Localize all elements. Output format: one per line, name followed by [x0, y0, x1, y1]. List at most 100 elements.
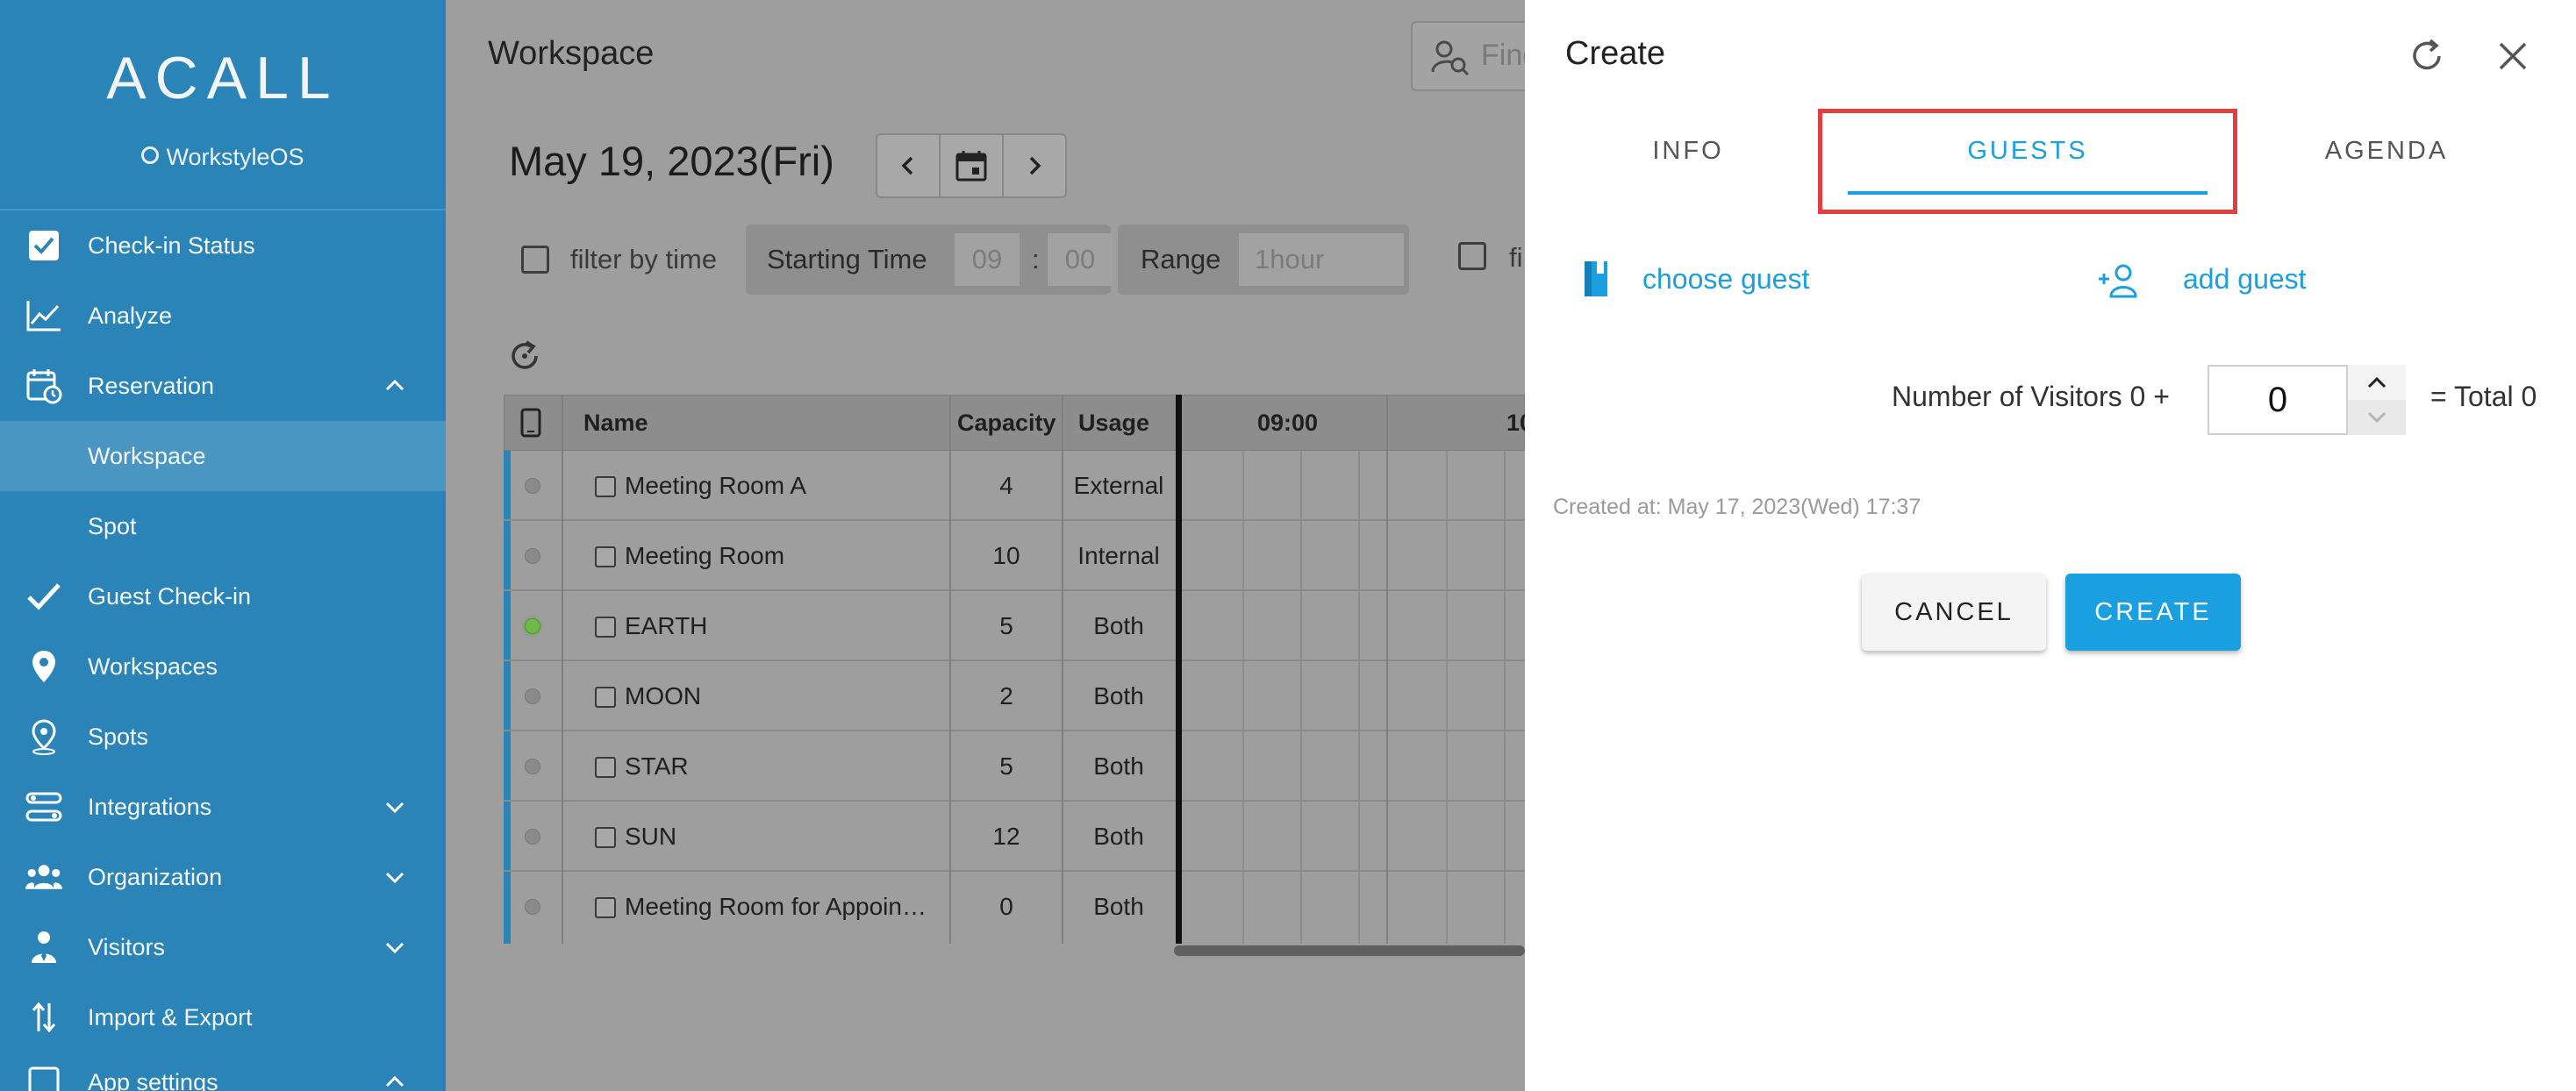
sidebar-item-label: Check-in Status	[88, 232, 255, 259]
search-input[interactable]: Find	[1411, 21, 1525, 91]
tab-agenda[interactable]: AGENDA	[2281, 137, 2492, 166]
table-row[interactable]: STAR 5 Both	[504, 731, 1525, 802]
page-title: Workspace	[488, 35, 655, 72]
visitors-count-input[interactable]: 0	[2207, 365, 2348, 435]
decrement-button[interactable]	[2348, 400, 2406, 435]
sidebar-item-check-in-status[interactable]: Check-in Status	[0, 210, 446, 281]
dialog-refresh-button[interactable]	[2406, 35, 2448, 82]
calendar-button[interactable]	[941, 135, 1004, 196]
chevron-down-icon	[385, 942, 404, 954]
room-name: STAR	[625, 752, 689, 780]
filter-by-time[interactable]: filter by time	[521, 225, 717, 295]
refresh-icon	[2413, 39, 2441, 70]
refresh-button[interactable]	[507, 339, 542, 378]
table-row[interactable]: Meeting Room for Appoin… 0 Both	[504, 872, 1525, 942]
sidebar-item-spot[interactable]: Spot	[0, 491, 446, 561]
table-row[interactable]: Meeting Room A 4 External	[504, 451, 1525, 521]
increment-button[interactable]	[2348, 365, 2406, 400]
date-navigation	[876, 133, 1067, 198]
current-date: May 19, 2023(Fri)	[509, 138, 834, 184]
user-search-icon	[1430, 39, 1470, 80]
horizontal-scrollbar[interactable]	[1174, 945, 1525, 956]
starting-hour-input[interactable]: 09	[955, 233, 1020, 286]
choose-guest-link[interactable]: choose guest	[1642, 263, 1809, 296]
current-time-line	[1176, 395, 1182, 944]
visitors-stepper	[2348, 365, 2406, 435]
filter-by-time-checkbox[interactable]	[521, 246, 549, 274]
tab-info[interactable]: INFO	[1583, 137, 1793, 166]
sidebar-item-label: Reservation	[88, 372, 215, 399]
status-dot	[525, 759, 540, 774]
chevron-left-icon	[901, 156, 913, 175]
created-at-text: Created at: May 17, 2023(Wed) 17:37	[1553, 495, 1921, 519]
row-checkbox[interactable]	[595, 546, 616, 567]
integrations-icon	[25, 788, 63, 826]
starting-minute-input[interactable]: 00	[1048, 233, 1113, 286]
sidebar-item-integrations[interactable]: Integrations	[0, 772, 446, 842]
sidebar-item-workspaces[interactable]: Workspaces	[0, 631, 446, 702]
checkbox-icon	[25, 226, 63, 265]
sidebar-item-guest-check-in[interactable]: Guest Check-in	[0, 561, 446, 631]
secondary-filter-checkbox[interactable]	[1458, 242, 1486, 270]
cancel-button[interactable]: CANCEL	[1862, 574, 2046, 651]
import-export-icon	[25, 998, 63, 1037]
sidebar-item-label: Workspace	[88, 442, 206, 469]
visitors-label: Number of Visitors 0 +	[1892, 381, 2170, 412]
sidebar-item-visitors[interactable]: Visitors	[0, 912, 446, 982]
create-button[interactable]: CREATE	[2065, 574, 2241, 651]
column-header-capacity[interactable]: Capacity	[957, 396, 1056, 450]
column-header-time-10: 10	[1506, 409, 1525, 436]
sidebar-item-label: Workspaces	[88, 652, 218, 680]
column-header-usage[interactable]: Usage	[1078, 396, 1149, 450]
status-dot	[525, 829, 540, 845]
workstyleos-logo: WorkstyleOS	[0, 144, 446, 171]
room-usage: Internal	[1077, 542, 1160, 569]
sidebar-item-app-settings[interactable]: App settings	[0, 1047, 446, 1091]
add-person-icon	[2099, 264, 2137, 298]
sidebar-item-import-export[interactable]: Import & Export	[0, 982, 446, 1052]
table-row[interactable]: EARTH 5 Both	[504, 591, 1525, 661]
sidebar-item-workspace[interactable]: Workspace	[0, 421, 446, 491]
address-book-icon	[1585, 261, 1607, 296]
sidebar-item-reservation[interactable]: Reservation	[0, 351, 446, 421]
room-usage: Both	[1093, 682, 1144, 710]
sidebar-item-label: Analyze	[88, 302, 173, 329]
sidebar-item-label: Organization	[88, 863, 223, 890]
room-usage: External	[1073, 472, 1164, 499]
create-dialog: Create INFO GUESTS AGENDA choose guest a…	[1525, 0, 2576, 1091]
next-day-button[interactable]	[1004, 135, 1065, 196]
sidebar-item-analyze[interactable]: Analyze	[0, 281, 446, 351]
row-checkbox[interactable]	[595, 617, 616, 638]
dialog-close-button[interactable]	[2495, 39, 2530, 78]
acall-logo: ACALL	[106, 45, 340, 111]
column-header-name[interactable]: Name	[583, 396, 648, 450]
sidebar-item-organization[interactable]: Organization	[0, 842, 446, 912]
column-header-time-0900: 09:00	[1257, 409, 1319, 436]
table-row[interactable]: MOON 2 Both	[504, 661, 1525, 731]
workstyleos-label: WorkstyleOS	[166, 144, 304, 170]
row-checkbox[interactable]	[595, 897, 616, 918]
sidebar-item-label: App settings	[88, 1068, 218, 1091]
room-usage: Both	[1093, 752, 1144, 780]
calendar-icon	[955, 151, 987, 182]
add-guest-icon-button[interactable]	[2097, 263, 2141, 303]
row-checkbox[interactable]	[595, 476, 616, 497]
room-capacity: 10	[992, 542, 1020, 569]
sidebar-item-label: Visitors	[88, 933, 166, 960]
table-row[interactable]: SUN 12 Both	[504, 802, 1525, 872]
table-row[interactable]: Meeting Room 10 Internal	[504, 521, 1525, 591]
range-input[interactable]: 1hour	[1239, 233, 1404, 286]
prev-day-button[interactable]	[877, 135, 941, 196]
room-capacity: 12	[992, 823, 1020, 850]
row-checkbox[interactable]	[595, 687, 616, 708]
sidebar-item-spots[interactable]: Spots	[0, 702, 446, 772]
chevron-up-icon	[2367, 376, 2386, 389]
row-checkbox[interactable]	[595, 757, 616, 778]
choose-guest-button[interactable]	[1581, 260, 1611, 303]
chevron-up-icon	[385, 379, 404, 391]
room-name: SUN	[625, 823, 677, 850]
time-slot-divider	[1358, 451, 1360, 944]
column-divider	[1386, 395, 1388, 944]
row-checkbox[interactable]	[595, 827, 616, 848]
add-guest-link[interactable]: add guest	[2183, 263, 2307, 296]
